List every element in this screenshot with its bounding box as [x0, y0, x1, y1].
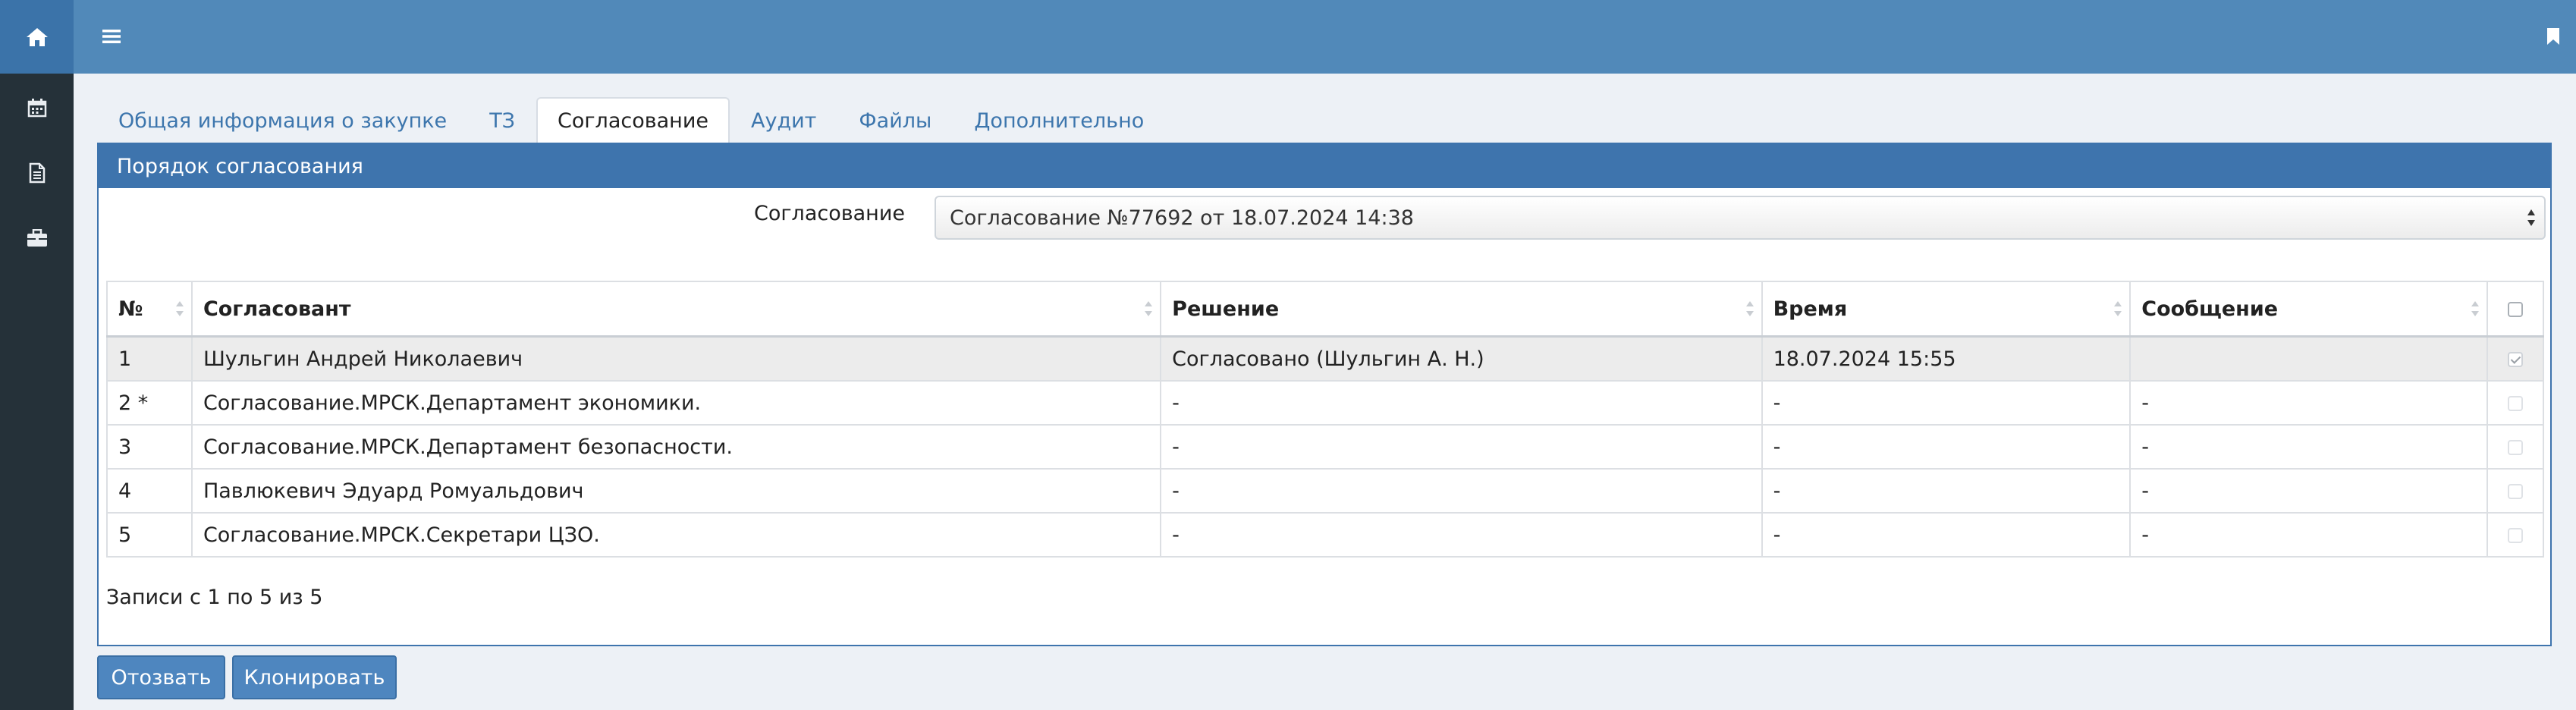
cell-message: -	[2129, 424, 2488, 470]
tab-tz[interactable]: ТЗ	[468, 97, 536, 143]
tab-files[interactable]: Файлы	[837, 97, 953, 143]
cell-checkbox	[2486, 468, 2545, 514]
sort-icon	[1145, 301, 1153, 316]
bookmark-icon	[2547, 28, 2559, 45]
approval-select-value: Согласование №77692 от 18.07.2024 14:38	[950, 206, 1414, 230]
table-row[interactable]: 1 Шульгин Андрей Николаевич Согласовано …	[106, 335, 2545, 382]
clone-button[interactable]: Клонировать	[232, 655, 397, 699]
cell-decision: -	[1160, 424, 1763, 470]
panel-title: Порядок согласования	[99, 144, 2550, 188]
column-header-time[interactable]: Время	[1761, 281, 2131, 338]
records-info: Записи с 1 по 5 из 5	[106, 586, 323, 609]
table-row[interactable]: 5 Согласование.МРСК.Секретари ЦЗО. - - -	[106, 512, 2545, 558]
cell-num: 2 *	[106, 380, 193, 426]
cell-decision: Согласовано (Шульгин А. Н.)	[1160, 335, 1763, 382]
sidebar-item-calendar[interactable]	[0, 75, 74, 140]
document-icon	[29, 162, 45, 184]
cell-message: -	[2129, 380, 2488, 426]
sort-icon	[2471, 301, 2479, 316]
cell-num: 3	[106, 424, 193, 470]
tab-audit[interactable]: Аудит	[730, 97, 837, 143]
cell-message: -	[2129, 512, 2488, 558]
sidebar-item-documents[interactable]	[0, 140, 74, 206]
cell-checkbox	[2486, 512, 2545, 558]
tab-bar: Общая информация о закупке ТЗ Согласован…	[97, 97, 1165, 143]
cell-num: 4	[106, 468, 193, 514]
cell-decision: -	[1160, 468, 1763, 514]
top-bar	[74, 0, 2576, 74]
row-checkbox[interactable]	[2507, 440, 2523, 455]
sort-icon	[175, 301, 184, 316]
briefcase-icon	[27, 229, 47, 247]
cell-num: 1	[106, 335, 193, 382]
column-header-decision[interactable]: Решение	[1160, 281, 1763, 338]
cell-time: -	[1761, 380, 2131, 426]
cell-approver: Павлюкевич Эдуард Ромуальдович	[190, 468, 1162, 514]
sidebar-item-briefcase[interactable]	[0, 206, 74, 271]
left-sidebar	[0, 0, 74, 710]
home-button[interactable]	[0, 0, 74, 74]
hamburger-menu-icon	[102, 30, 121, 43]
select-arrows-icon	[2527, 209, 2535, 226]
table-header-row: № Согласовант Решение Время Сообщение	[106, 281, 2545, 338]
cell-time: 18.07.2024 15:55	[1761, 335, 2131, 382]
cell-message	[2129, 335, 2488, 382]
select-all-cell	[2486, 281, 2545, 338]
cell-approver: Согласование.МРСК.Секретари ЦЗО.	[190, 512, 1162, 558]
tab-general-info[interactable]: Общая информация о закупке	[97, 97, 468, 143]
row-checkbox[interactable]	[2507, 352, 2523, 367]
row-checkbox[interactable]	[2507, 528, 2523, 543]
revoke-button[interactable]: Отозвать	[97, 655, 225, 699]
cell-checkbox	[2486, 335, 2545, 382]
row-checkbox[interactable]	[2507, 484, 2523, 499]
table-row[interactable]: 2 * Согласование.МРСК.Департамент эконом…	[106, 380, 2545, 426]
home-icon	[26, 27, 48, 46]
cell-checkbox	[2486, 380, 2545, 426]
cell-message: -	[2129, 468, 2488, 514]
sort-icon	[2114, 301, 2122, 316]
cell-approver: Шульгин Андрей Николаевич	[190, 335, 1162, 382]
approval-select[interactable]: Согласование №77692 от 18.07.2024 14:38	[935, 196, 2546, 240]
select-all-checkbox[interactable]	[2507, 302, 2523, 317]
column-header-message[interactable]: Сообщение	[2129, 281, 2488, 338]
approval-select-label: Согласование	[754, 202, 905, 225]
table-row[interactable]: 3 Согласование.МРСК.Департамент безопасн…	[106, 424, 2545, 470]
cell-approver: Согласование.МРСК.Департамент безопаснос…	[190, 424, 1162, 470]
cell-decision: -	[1160, 512, 1763, 558]
tab-additional[interactable]: Дополнительно	[953, 97, 1165, 143]
cell-num: 5	[106, 512, 193, 558]
approval-panel: Порядок согласования Согласование Соглас…	[97, 143, 2552, 646]
menu-toggle-button[interactable]	[96, 21, 127, 52]
column-header-approver[interactable]: Согласовант	[190, 281, 1162, 338]
sort-icon	[1745, 301, 1754, 316]
row-checkbox[interactable]	[2507, 396, 2523, 411]
column-header-num[interactable]: №	[106, 281, 193, 338]
cell-time: -	[1761, 512, 2131, 558]
cell-approver: Согласование.МРСК.Департамент экономики.	[190, 380, 1162, 426]
cell-time: -	[1761, 468, 2131, 514]
table-row[interactable]: 4 Павлюкевич Эдуард Ромуальдович - - -	[106, 468, 2545, 514]
calendar-icon	[27, 99, 46, 118]
cell-checkbox	[2486, 424, 2545, 470]
cell-time: -	[1761, 424, 2131, 470]
approvers-table: № Согласовант Решение Время Сообщение 1 …	[106, 281, 2545, 558]
bookmark-button[interactable]	[2540, 23, 2567, 50]
tab-approval[interactable]: Согласование	[536, 97, 730, 143]
cell-decision: -	[1160, 380, 1763, 426]
